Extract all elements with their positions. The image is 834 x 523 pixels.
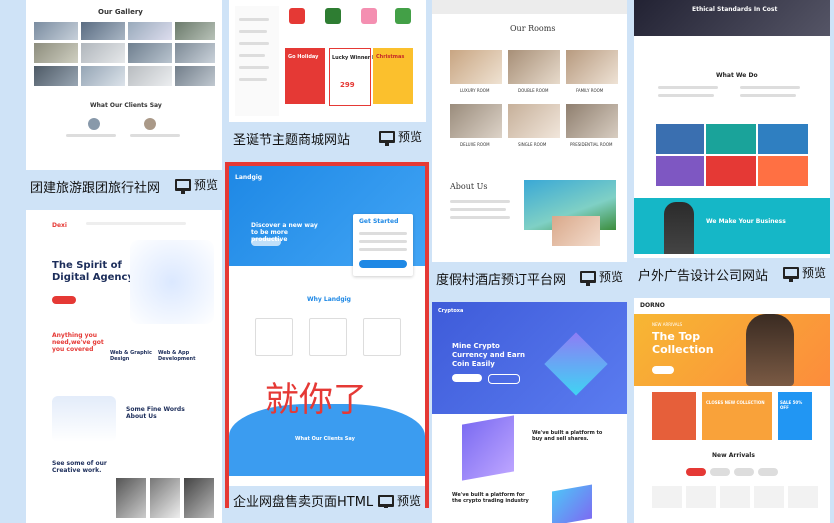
promo-banner-2: Lucky Winner Box 299 [329,48,382,106]
template-card-landgig[interactable]: Landgig Discover a new way to be more pr… [225,162,429,508]
template-card-resort[interactable]: Our Rooms LUXURY ROOM DOUBLE ROOM FAMILY… [432,0,627,292]
gallery-image [175,43,215,63]
signup-form: Get Started [353,214,413,276]
iso-illustration [462,415,514,481]
template-card-shoes[interactable]: DORNO NEW ARRIVALS The Top Collection CL… [634,298,830,523]
card-title: 户外广告设计公司网站 [638,269,769,284]
product-gift [289,8,305,24]
preview-button[interactable]: 预览 [377,492,421,508]
gallery-image [175,66,215,86]
avatar [144,118,156,130]
gallery-image [81,43,125,63]
collection-banner: CLOSES NEW COLLECTION [702,392,772,440]
template-card-agency[interactable]: Dexi The Spirit of Digital Agency. Anyth… [26,210,222,523]
monitor-icon [174,178,191,194]
overlay-text: 就你了 [265,380,367,420]
card-title: 度假村酒店预订平台网 [436,273,567,288]
promo-banner-1: Go Holiday [285,48,325,104]
card-caption: 团建旅游跟团旅行社网 预览 [26,170,222,200]
businessman-image [664,202,694,254]
template-card-ads[interactable]: Ethical Standards In Cost What We Do We … [634,0,830,288]
runner-image [746,314,794,386]
hero-banner: Ethical Standards In Cost [634,0,830,36]
crypto-hero: Cryptoxa Mine Crypto Currency and Earn C… [432,302,627,414]
card-caption: 户外广告设计公司网站 预览 [634,258,830,288]
card-caption: 圣诞节主题商城网站 预览 [229,122,426,152]
card-title: 圣诞节主题商城网站 [233,133,351,148]
template-card-travel[interactable]: Our Gallery What Our Clients Say 团建旅游跟团旅… [26,0,222,200]
desk-illustration [52,396,116,442]
gallery-image [34,22,78,40]
monitor-icon [579,270,596,286]
card-title: 团建旅游跟团旅行社网 [30,181,161,196]
monitor-icon [377,494,394,508]
about-title: About Us [450,182,488,191]
landgig-header: Landgig Discover a new way to be more pr… [229,166,425,276]
preview-button[interactable]: 预览 [174,176,218,194]
avatar [88,118,100,130]
agency-logo: Dexi [52,222,67,229]
product-bag [395,8,411,24]
gallery-title: Our Gallery [98,8,143,16]
crypto-illustration [544,332,608,396]
gallery-image [81,66,125,86]
template-card-christmas[interactable]: Go Holiday Lucky Winner Box 299 Christma… [229,0,426,152]
shoes-hero: NEW ARRIVALS The Top Collection [634,314,830,386]
monitor-icon [782,266,799,282]
spa-image [552,216,600,246]
gallery-image [128,22,172,40]
promo-banner-3: Christmas [373,48,413,104]
gallery-image [128,43,172,63]
gallery-image [175,22,215,40]
gallery-image [34,66,78,86]
card-caption: 企业网盘售卖页面HTML 预览 [229,486,425,508]
product-bear [361,8,377,24]
preview-button[interactable]: 预览 [782,264,826,282]
product-tree [325,8,341,24]
gallery-image [34,43,78,63]
hero-illustration [130,240,214,324]
preview-button[interactable]: 预览 [378,128,422,146]
card-caption: 度假村酒店预订平台网 预览 [432,262,627,292]
business-banner: We Make Your Business [634,198,830,254]
gallery-image [81,22,125,40]
gallery-image [128,66,172,86]
clients-title: What Our Clients Say [90,102,162,109]
monitor-icon [378,130,395,146]
preview-button[interactable]: 预览 [579,268,623,286]
sale-banner: SALE 50% OFF [778,392,812,440]
template-card-crypto[interactable]: Cryptoxa Mine Crypto Currency and Earn C… [432,302,627,523]
rooms-title: Our Rooms [510,24,556,33]
card-title: 企业网盘售卖页面HTML [233,495,374,508]
